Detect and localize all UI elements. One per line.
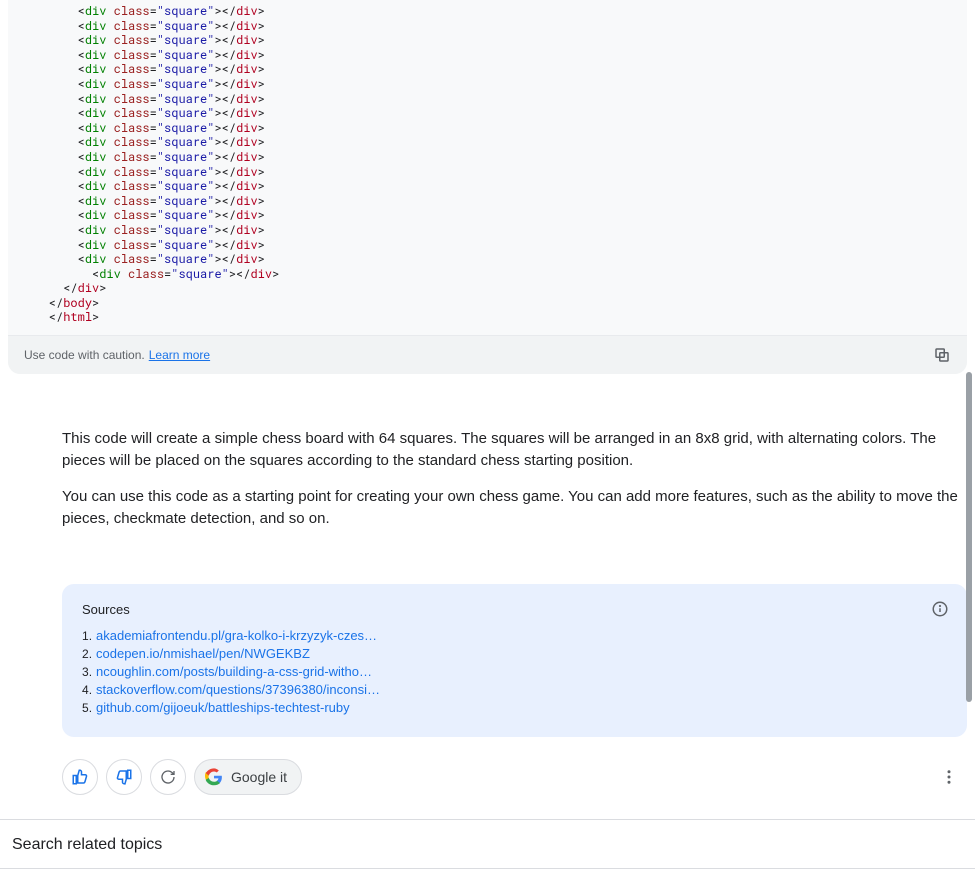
source-link-3[interactable]: ncoughlin.com/posts/building-a-css-grid-… xyxy=(96,664,372,679)
paragraph-1: This code will create a simple chess boa… xyxy=(62,428,967,472)
code-content: <div class="square"></div> <div class="s… xyxy=(8,0,967,335)
source-item-1: akademiafrontendu.pl/gra-kolko-i-krzyzyk… xyxy=(82,627,947,645)
source-link-2[interactable]: codepen.io/nmishael/pen/NWGEKBZ xyxy=(96,646,310,661)
google-it-label: Google it xyxy=(231,769,287,785)
learn-more-link[interactable]: Learn more xyxy=(149,348,210,362)
source-link-4[interactable]: stackoverflow.com/questions/37396380/inc… xyxy=(96,682,380,697)
thumbs-up-button[interactable] xyxy=(62,759,98,795)
google-it-button[interactable]: Google it xyxy=(194,759,302,795)
sources-box: Sources akademiafrontendu.pl/gra-kolko-i… xyxy=(62,584,967,737)
paragraph-2: You can use this code as a starting poin… xyxy=(62,486,967,530)
source-item-2: codepen.io/nmishael/pen/NWGEKBZ xyxy=(82,645,947,663)
actions-row: Google it xyxy=(62,759,967,795)
google-logo-icon xyxy=(205,768,223,786)
sources-list: akademiafrontendu.pl/gra-kolko-i-krzyzyk… xyxy=(82,627,947,717)
source-link-5[interactable]: github.com/gijoeuk/battleships-techtest-… xyxy=(96,700,350,715)
source-item-4: stackoverflow.com/questions/37396380/inc… xyxy=(82,681,947,699)
caution-text: Use code with caution. xyxy=(24,348,145,362)
source-item-3: ncoughlin.com/posts/building-a-css-grid-… xyxy=(82,663,947,681)
copy-icon[interactable] xyxy=(933,346,951,364)
code-footer: Use code with caution. Learn more xyxy=(8,335,967,374)
more-options-button[interactable] xyxy=(931,759,967,795)
related-topics-heading: Search related topics xyxy=(0,820,975,868)
info-icon[interactable] xyxy=(931,600,949,618)
code-block: <div class="square"></div> <div class="s… xyxy=(8,0,967,374)
regenerate-button[interactable] xyxy=(150,759,186,795)
scrollbar-thumb[interactable] xyxy=(966,372,972,702)
scrollbar[interactable] xyxy=(966,4,972,772)
thumbs-down-button[interactable] xyxy=(106,759,142,795)
sources-title: Sources xyxy=(82,602,947,617)
source-item-5: github.com/gijoeuk/battleships-techtest-… xyxy=(82,699,947,717)
source-link-1[interactable]: akademiafrontendu.pl/gra-kolko-i-krzyzyk… xyxy=(96,628,377,643)
response-text: This code will create a simple chess boa… xyxy=(62,428,967,530)
